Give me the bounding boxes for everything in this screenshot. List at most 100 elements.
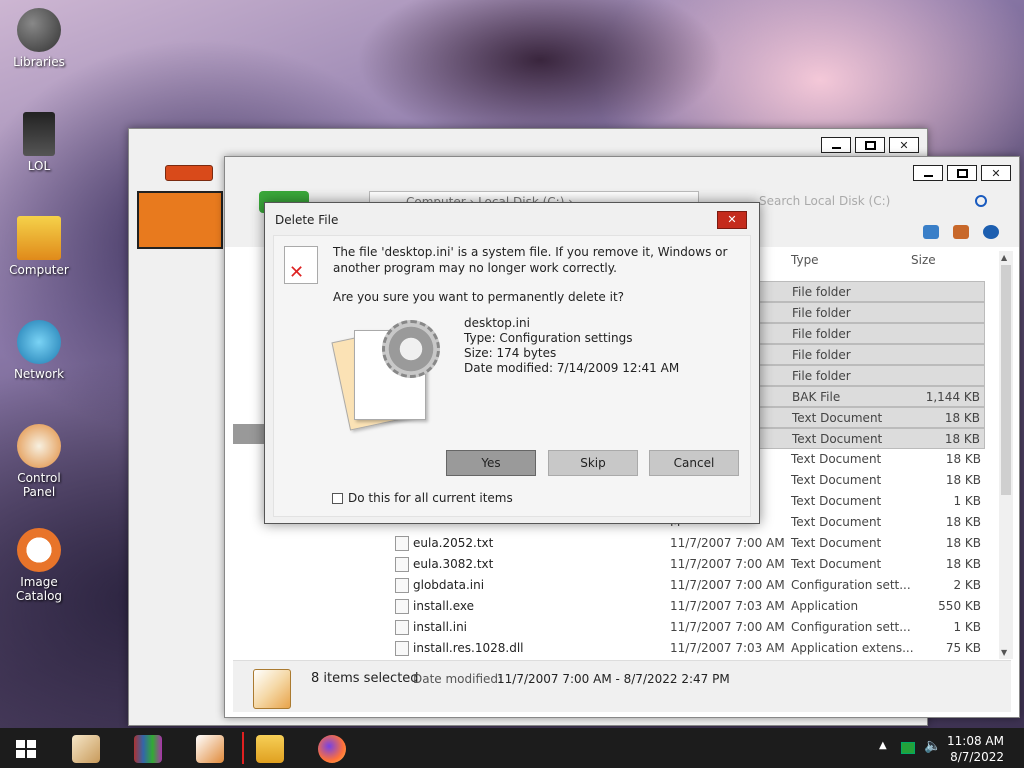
taskbar-paint-app[interactable] — [56, 732, 116, 766]
file-date: 11/7/2007 7:03 AM — [670, 599, 785, 613]
desktop-icon-label: Image Catalog — [15, 575, 63, 603]
file-date: 11/7/2007 7:03 AM — [670, 641, 785, 655]
battery-icon[interactable] — [901, 742, 915, 754]
taskbar-control-panel-app[interactable] — [180, 732, 240, 766]
file-type: Application — [791, 599, 859, 613]
dialog-title: Delete File — [275, 213, 339, 227]
dialog-close-button[interactable]: ✕ — [717, 211, 747, 229]
scroll-up-icon[interactable]: ▲ — [1001, 253, 1007, 262]
selection-files-icon — [253, 669, 291, 709]
file-name: install.res.1028.dll — [413, 641, 524, 655]
file-icon — [395, 599, 409, 614]
chevron-up-icon[interactable]: ▲ — [879, 740, 887, 751]
desktop-icon-computer[interactable]: Computer — [2, 216, 76, 277]
file-size: 18 KB — [945, 473, 981, 487]
config-file-icon — [331, 320, 452, 431]
search-placeholder: Search Local Disk (C:) — [759, 194, 891, 208]
file-type: Text Document — [791, 473, 882, 487]
file-type: Text Document — [791, 515, 882, 529]
close-button[interactable] — [889, 137, 919, 153]
clock-date: 8/7/2022 — [950, 750, 1004, 764]
taskbar-file-explorer-app[interactable] — [240, 732, 300, 766]
windows-start-icon[interactable] — [16, 740, 36, 758]
paint-palette-icon — [72, 735, 100, 763]
file-name: globdata.ini — [413, 578, 485, 592]
file-size: 1 KB — [953, 494, 981, 508]
desktop-icon-network[interactable]: Network — [2, 320, 76, 381]
desktop-icon-label: Computer — [9, 263, 69, 277]
file-row[interactable]: install.exe 11/7/2007 7:03 AM Application 5… — [395, 596, 985, 617]
desktop-icon-libraries[interactable]: Libraries — [2, 8, 76, 69]
lol-icon — [23, 112, 55, 156]
file-row[interactable]: globdata.ini 11/7/2007 7:00 AM Configurati… — [395, 575, 985, 596]
file-size: 18 KB — [945, 536, 981, 550]
checkbox-box[interactable] — [332, 492, 343, 504]
network-icon — [17, 320, 61, 364]
file-size: 1,144 KB — [925, 390, 980, 404]
archive-books-icon — [134, 735, 162, 763]
app-logo-icon — [137, 191, 223, 249]
date-modified-value: 11/7/2007 7:00 AM - 8/7/2022 2:47 PM — [497, 672, 730, 686]
nav-arrows-icon[interactable] — [165, 165, 213, 181]
scroll-thumb[interactable] — [1001, 265, 1011, 495]
file-type: Text Document — [791, 557, 882, 571]
file-date-modified: Date modified: 7/14/2009 12:41 AM — [464, 361, 680, 375]
search-input[interactable]: Search Local Disk (C:) — [753, 191, 993, 213]
scroll-down-icon[interactable]: ▼ — [1001, 648, 1007, 657]
file-row[interactable]: eula.2052.txt 11/7/2007 7:00 AM Text Docum… — [395, 533, 985, 554]
file-size: 2 KB — [953, 578, 981, 592]
preview-pane-icon[interactable] — [953, 225, 969, 239]
scrollbar[interactable]: ▲ ▼ — [999, 251, 1013, 659]
volume-icon[interactable]: 🔈 — [924, 738, 941, 754]
dialog-body: The file 'desktop.ini' is a system file.… — [273, 235, 751, 517]
file-row[interactable]: install.ini 11/7/2007 7:00 AM Configuratio… — [395, 617, 985, 638]
file-row[interactable]: install.res.1028.dll 11/7/2007 7:03 AM App… — [395, 638, 985, 659]
clock[interactable]: 11:08 AM 8/7/2022 — [947, 733, 1004, 765]
minimize-button[interactable] — [821, 137, 851, 153]
skip-button[interactable]: Skip — [548, 450, 638, 476]
file-size: 18 KB — [944, 411, 980, 425]
column-header-type[interactable]: Type — [791, 253, 819, 267]
folder-icon — [256, 735, 284, 763]
file-row[interactable]: eula.3082.txt 11/7/2007 7:00 AM Text Docum… — [395, 554, 985, 575]
checkbox-label: Do this for all current items — [348, 491, 513, 505]
delete-warning-icon — [284, 246, 318, 284]
file-name: eula.3082.txt — [413, 557, 494, 571]
help-icon[interactable] — [983, 225, 999, 239]
desktop-icon-label: LOL — [27, 159, 51, 173]
minimize-button[interactable] — [913, 165, 943, 181]
libraries-icon — [17, 8, 61, 52]
taskbar-firefox-app[interactable] — [302, 732, 362, 766]
taskbar: ▲ 🔈 11:08 AM 8/7/2022 — [0, 728, 1024, 768]
column-header-size[interactable]: Size — [911, 253, 936, 267]
file-size: 18 KB — [945, 515, 981, 529]
status-bar: 8 items selected Date modified: 11/7/200… — [233, 660, 1011, 712]
taskbar-winrar-app[interactable] — [118, 732, 178, 766]
file-size: 75 KB — [945, 641, 981, 655]
file-type: File folder — [792, 348, 851, 362]
file-date: 11/7/2007 7:00 AM — [670, 620, 785, 634]
search-icon[interactable] — [975, 195, 987, 207]
apply-all-checkbox[interactable]: Do this for all current items — [332, 491, 513, 505]
file-name: install.ini — [413, 620, 468, 634]
maximize-button[interactable] — [947, 165, 977, 181]
file-type: Configuration sett... — [791, 578, 911, 592]
desktop-icon-control-panel[interactable]: Control Panel — [2, 424, 76, 499]
file-type: Application extens... — [791, 641, 914, 655]
file-size: 18 KB — [945, 557, 981, 571]
file-type: Text Document — [792, 432, 883, 446]
file-size: 18 KB — [944, 432, 980, 446]
yes-button[interactable]: Yes — [446, 450, 536, 476]
file-type: Text Document — [791, 494, 882, 508]
maximize-button[interactable] — [855, 137, 885, 153]
view-options-icon[interactable] — [923, 225, 939, 239]
file-type: Text Document — [792, 411, 883, 425]
close-button[interactable] — [981, 165, 1011, 181]
cancel-button[interactable]: Cancel — [649, 450, 739, 476]
file-icon — [395, 620, 409, 635]
desktop-icon-image-catalog[interactable]: Image Catalog — [2, 528, 76, 603]
delete-file-dialog[interactable]: Delete File ✕ The file 'desktop.ini' is … — [264, 202, 760, 524]
desktop-icon-label: Libraries — [13, 55, 65, 69]
file-name: eula.2052.txt — [413, 536, 494, 550]
desktop-icon-lol[interactable]: LOL — [2, 112, 76, 173]
